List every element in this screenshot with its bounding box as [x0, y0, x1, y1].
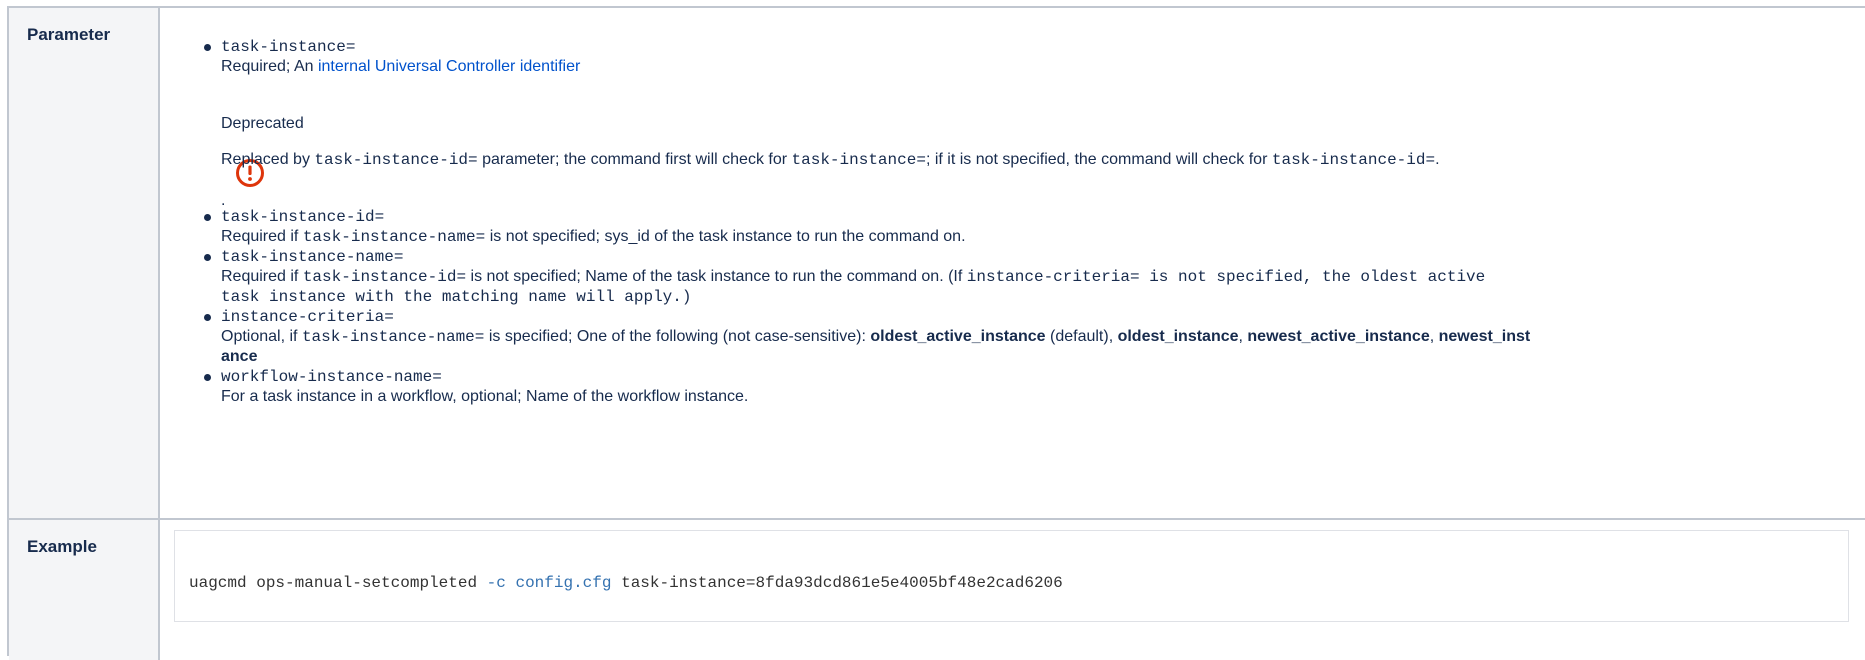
bullet [204, 314, 211, 321]
param-workflow-instance-name-desc: For a task instance in a workflow, optio… [221, 388, 749, 405]
param-task-instance-name-desc: Required if task-instance-id= is not spe… [221, 268, 1486, 286]
param-task-instance-name-desc-cont: task instance with the matching name wil… [221, 288, 692, 306]
param-task-instance-id: task-instance-id= [221, 208, 385, 226]
example-command: uagcmd ops-manual-setcompleted -c config… [189, 574, 1063, 592]
universal-controller-identifier-link[interactable]: internal Universal Controller identifier [318, 58, 580, 75]
example-cell: uagcmd ops-manual-setcompleted -c config… [162, 520, 1865, 660]
bullet [204, 44, 211, 51]
parameter-row: Parameter task-instance= Required; An in… [9, 8, 1865, 520]
param-task-instance-desc: Required; An internal Universal Controll… [221, 58, 581, 75]
param-task-instance: task-instance= [221, 38, 356, 56]
parameter-cell: task-instance= Required; An internal Uni… [162, 8, 1865, 518]
example-header: Example [9, 520, 160, 660]
parameters-table: Parameter task-instance= Required; An in… [7, 6, 1865, 660]
code-block: uagcmd ops-manual-setcompleted -c config… [174, 530, 1849, 622]
page: Parameter task-instance= Required; An in… [0, 0, 1865, 660]
deprecated-title: Deprecated [221, 115, 304, 132]
bullet [204, 214, 211, 221]
param-instance-criteria-desc-cont: ance [221, 348, 258, 365]
deprecated-text: Replaced by task-instance-id= parameter;… [221, 151, 1440, 169]
param-task-instance-id-desc: Required if task-instance-name= is not s… [221, 228, 966, 246]
param-instance-criteria: instance-criteria= [221, 308, 394, 326]
param-workflow-instance-name: workflow-instance-name= [221, 368, 442, 386]
param-task-instance-name: task-instance-name= [221, 248, 404, 266]
bullet [204, 374, 211, 381]
param-instance-criteria-desc: Optional, if task-instance-name= is spec… [221, 328, 1531, 346]
bullet [204, 254, 211, 261]
example-row: Example uagcmd ops-manual-setcompleted -… [9, 520, 1865, 660]
parameter-header: Parameter [9, 8, 160, 518]
